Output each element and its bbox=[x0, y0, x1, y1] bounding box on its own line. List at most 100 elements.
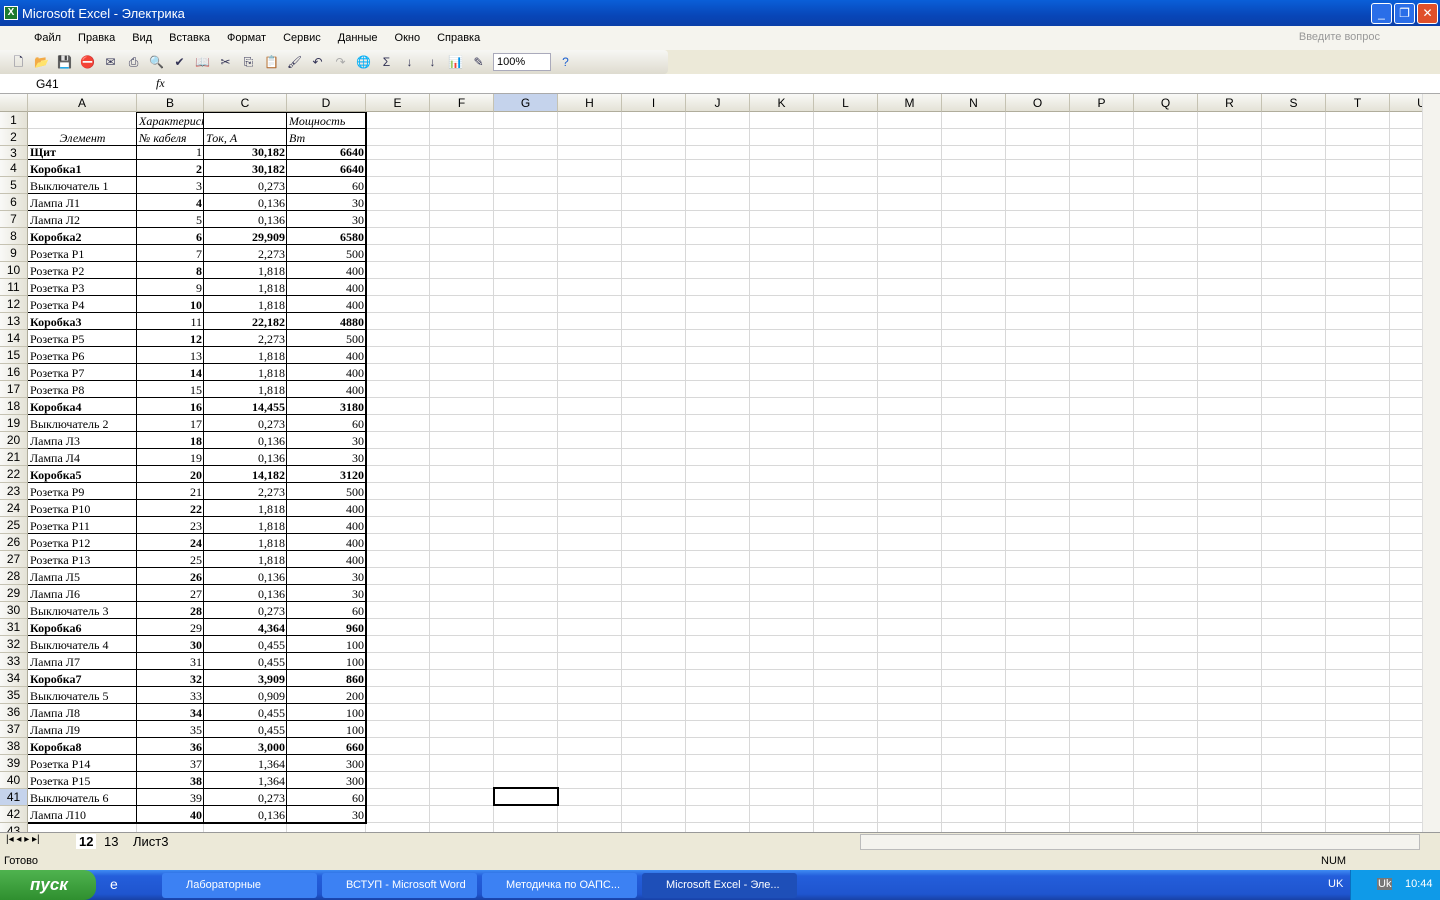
cell-element[interactable]: Лампа Л8 bbox=[28, 705, 137, 721]
sheet-tab-13[interactable]: 13 bbox=[104, 834, 118, 849]
row-header-14[interactable]: 14 bbox=[0, 330, 28, 347]
cell-current[interactable]: 0,136 bbox=[204, 586, 287, 602]
cell-power[interactable]: 400 bbox=[287, 552, 366, 568]
cell-current[interactable]: 1,818 bbox=[204, 382, 287, 398]
cell-cable-number[interactable]: 32 bbox=[137, 671, 204, 687]
help-icon[interactable]: ? bbox=[557, 54, 574, 71]
cell-cable-number[interactable]: 19 bbox=[137, 450, 204, 466]
task-excel[interactable]: Microsoft Excel - Эле... bbox=[642, 873, 797, 898]
cell-power[interactable]: 30 bbox=[287, 586, 366, 602]
permission-icon[interactable]: ⛔ bbox=[79, 54, 96, 71]
cell-power[interactable]: 400 bbox=[287, 297, 366, 313]
cell-current[interactable]: 0,136 bbox=[204, 212, 287, 228]
cell-current[interactable]: 2,273 bbox=[204, 331, 287, 347]
cell-power[interactable]: 30 bbox=[287, 569, 366, 585]
cell-element[interactable]: Розетка Р1 bbox=[28, 246, 137, 262]
ie-icon[interactable]: e bbox=[110, 876, 118, 892]
cell-cable-number[interactable]: 36 bbox=[137, 739, 204, 755]
drawing-icon[interactable]: ✎ bbox=[470, 54, 487, 71]
column-header-B[interactable]: B bbox=[137, 94, 204, 112]
cell-cable-number[interactable]: 15 bbox=[137, 382, 204, 398]
ask-question-input[interactable]: Введите вопрос bbox=[1299, 31, 1380, 43]
redo-icon[interactable]: ↷ bbox=[332, 54, 349, 71]
cell-cable-number[interactable]: 3 bbox=[137, 178, 204, 194]
sheet-tab-list3[interactable]: Лист3 bbox=[133, 834, 168, 849]
sort-descending-icon[interactable]: ↓ bbox=[424, 54, 441, 71]
row-header-9[interactable]: 9 bbox=[0, 245, 28, 262]
cell-cable-number[interactable]: 35 bbox=[137, 722, 204, 738]
task-word-metodichka[interactable]: Методичка по ОАПС... bbox=[482, 873, 637, 898]
column-header-P[interactable]: P bbox=[1070, 94, 1134, 112]
row-header-41[interactable]: 41 bbox=[0, 789, 28, 806]
cell-element[interactable]: Розетка Р10 bbox=[28, 501, 137, 517]
cell-current[interactable]: 2,273 bbox=[204, 484, 287, 500]
cell-cable-number[interactable]: 21 bbox=[137, 484, 204, 500]
cell-cable-number[interactable]: 38 bbox=[137, 773, 204, 789]
cell-power[interactable]: 6640 bbox=[287, 144, 366, 160]
cell-current[interactable]: 0,136 bbox=[204, 450, 287, 466]
cell-cable-number[interactable]: 9 bbox=[137, 280, 204, 296]
cell-cable-number[interactable]: 37 bbox=[137, 756, 204, 772]
cell-cable-number[interactable]: 27 bbox=[137, 586, 204, 602]
row-header-18[interactable]: 18 bbox=[0, 398, 28, 415]
name-box[interactable]: G41 bbox=[0, 75, 112, 93]
cell-current[interactable]: 22,182 bbox=[204, 314, 287, 330]
cell-power[interactable]: 400 bbox=[287, 535, 366, 551]
column-header-U[interactable]: U bbox=[1390, 94, 1422, 112]
cell-cable-number[interactable]: 26 bbox=[137, 569, 204, 585]
cell-power[interactable]: 400 bbox=[287, 382, 366, 398]
cell-power[interactable]: 60 bbox=[287, 790, 366, 806]
row-header-3[interactable]: 3 bbox=[0, 146, 28, 160]
cell-current[interactable]: 0,455 bbox=[204, 654, 287, 670]
cell-element[interactable]: Лампа Л3 bbox=[28, 433, 137, 449]
cell-element[interactable]: Розетка Р4 bbox=[28, 297, 137, 313]
cell-power[interactable]: 400 bbox=[287, 263, 366, 279]
cell-cable-number[interactable]: 20 bbox=[137, 467, 204, 483]
cell-power[interactable]: 660 bbox=[287, 739, 366, 755]
cell-power[interactable]: 30 bbox=[287, 212, 366, 228]
zoom-select[interactable]: 100% bbox=[493, 53, 551, 71]
email-icon[interactable]: ✉ bbox=[102, 54, 119, 71]
print-preview-icon[interactable]: 🔍 bbox=[148, 54, 165, 71]
cell-element[interactable]: Щит bbox=[28, 144, 137, 160]
row-header-24[interactable]: 24 bbox=[0, 500, 28, 517]
cell-element[interactable]: Лампа Л7 bbox=[28, 654, 137, 670]
cell-current[interactable]: 1,818 bbox=[204, 297, 287, 313]
row-header-20[interactable]: 20 bbox=[0, 432, 28, 449]
cell-current[interactable]: 1,818 bbox=[204, 501, 287, 517]
row-header-37[interactable]: 37 bbox=[0, 721, 28, 738]
cell-element[interactable]: Коробка7 bbox=[28, 671, 137, 687]
cell-current[interactable]: 0,136 bbox=[204, 807, 287, 823]
cell-element[interactable]: Лампа Л6 bbox=[28, 586, 137, 602]
undo-icon[interactable]: ↶ bbox=[309, 54, 326, 71]
column-header-N[interactable]: N bbox=[942, 94, 1006, 112]
minimize-button[interactable]: _ bbox=[1371, 3, 1392, 24]
row-header-7[interactable]: 7 bbox=[0, 211, 28, 228]
cell-cable-number[interactable]: 39 bbox=[137, 790, 204, 806]
cell-power[interactable]: 100 bbox=[287, 722, 366, 738]
save-icon[interactable]: 💾 bbox=[56, 54, 73, 71]
select-all-corner[interactable] bbox=[0, 94, 28, 112]
cell-power[interactable]: 30 bbox=[287, 450, 366, 466]
cell-power[interactable]: 400 bbox=[287, 280, 366, 296]
cell-power[interactable]: 3180 bbox=[287, 399, 366, 415]
cell-power[interactable]: 400 bbox=[287, 348, 366, 364]
cell-cable-number[interactable]: 31 bbox=[137, 654, 204, 670]
cell-element[interactable]: Выключатель 2 bbox=[28, 416, 137, 432]
column-header-O[interactable]: O bbox=[1006, 94, 1070, 112]
row-header-23[interactable]: 23 bbox=[0, 483, 28, 500]
cell-element[interactable]: Выключатель 5 bbox=[28, 688, 137, 704]
cell-current[interactable]: 3,000 bbox=[204, 739, 287, 755]
cell-current[interactable]: 1,818 bbox=[204, 535, 287, 551]
vertical-scrollbar[interactable] bbox=[1422, 94, 1440, 832]
cell-power[interactable]: 400 bbox=[287, 501, 366, 517]
horizontal-scrollbar[interactable] bbox=[860, 834, 1420, 850]
cell-cable-number[interactable]: 34 bbox=[137, 705, 204, 721]
cell-current[interactable]: 29,909 bbox=[204, 229, 287, 245]
row-header-10[interactable]: 10 bbox=[0, 262, 28, 279]
cell-power[interactable]: 6640 bbox=[287, 161, 366, 177]
cell-power[interactable]: 860 bbox=[287, 671, 366, 687]
row-header-43[interactable]: 43 bbox=[0, 823, 28, 832]
copy-icon[interactable]: ⎘ bbox=[240, 54, 257, 71]
cell-current[interactable]: 1,818 bbox=[204, 263, 287, 279]
